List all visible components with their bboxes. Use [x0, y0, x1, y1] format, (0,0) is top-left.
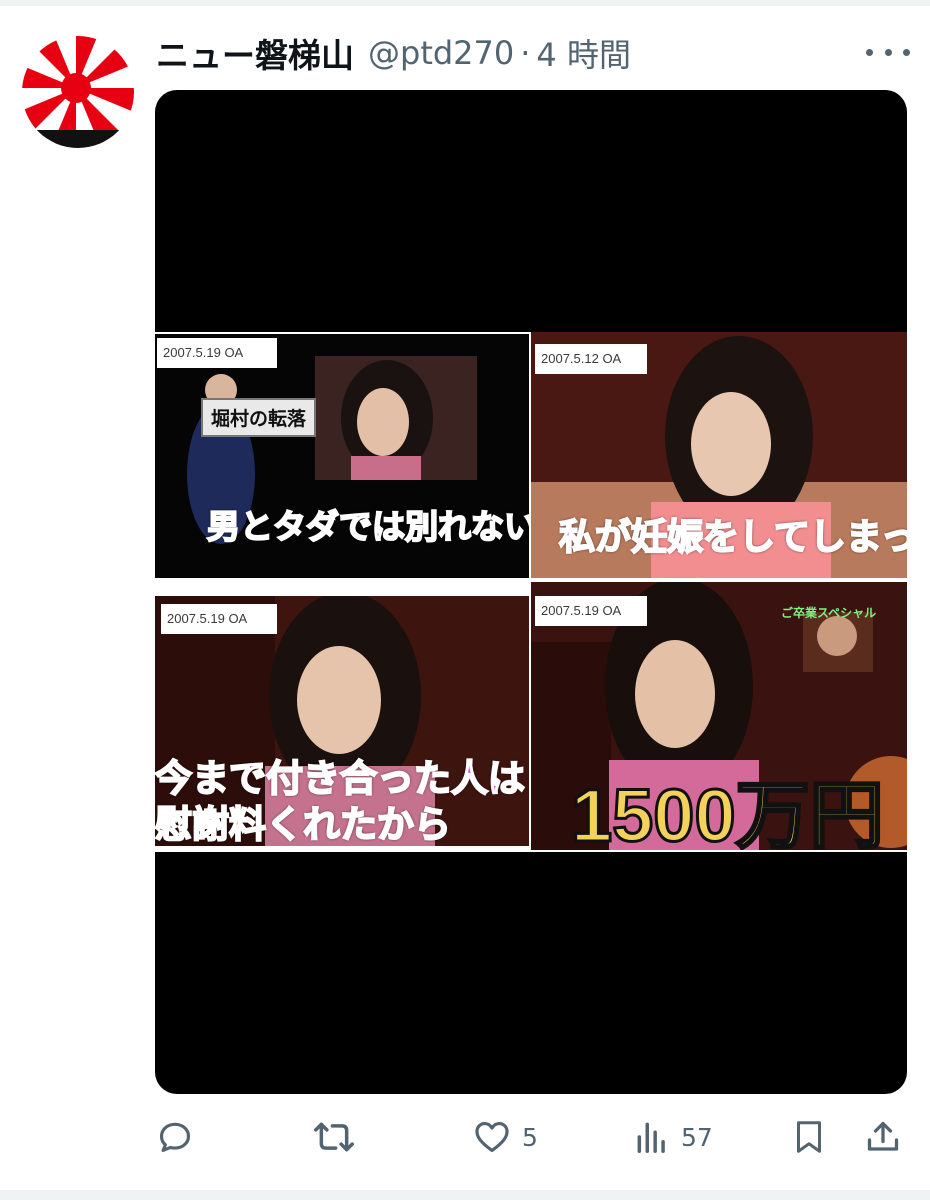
reply-icon: [159, 1122, 191, 1153]
like-button[interactable]: 5: [472, 1112, 538, 1162]
panel-4-special-label: ご卒業スペシャル: [781, 606, 877, 620]
image-collage: 2007.5.19 OA 堀村の転落 男とタダでは別れない 2007.5.12 …: [155, 332, 907, 852]
collage-panel-1: 2007.5.19 OA 堀村の転落 男とタダでは別れない: [155, 334, 529, 578]
retweet-icon: [314, 1122, 354, 1152]
bottom-divider: [0, 1190, 930, 1200]
retweet-button[interactable]: [313, 1112, 365, 1162]
user-handle[interactable]: @ptd270: [368, 34, 514, 72]
share-icon: [867, 1121, 899, 1151]
like-count: 5: [522, 1122, 538, 1152]
display-name[interactable]: ニュー磐梯山: [156, 29, 354, 77]
collage-panel-2: 2007.5.12 OA 私が妊娠をしてしまったと: [531, 332, 907, 578]
panel-4-date: 2007.5.19 OA: [535, 596, 647, 626]
tweet-media[interactable]: 2007.5.19 OA 堀村の転落 男とタダでは別れない 2007.5.12 …: [155, 90, 907, 1094]
views-count: 57: [681, 1122, 713, 1152]
rising-sun-flag-avatar: [22, 36, 134, 148]
reply-button[interactable]: [156, 1112, 204, 1162]
panel-1-caption: 男とタダでは別れない: [206, 506, 529, 547]
like-icon: [475, 1121, 509, 1153]
views-button[interactable]: 57: [633, 1112, 713, 1162]
more-icon[interactable]: [866, 40, 910, 64]
bookmark-icon: [797, 1121, 821, 1153]
panel-1-tag: 堀村の転落: [201, 398, 317, 437]
panel-2-date: 2007.5.12 OA: [535, 344, 647, 374]
panel-3-caption-line-2: 慰謝料くれたから: [155, 802, 452, 846]
tweet-header: ニュー磐梯山 @ptd270 · 4 時間: [156, 30, 631, 76]
collage-panel-4: 2007.5.19 OA ご卒業スペシャル 1500万円: [531, 582, 907, 850]
tweet-actions: 5 57: [0, 1112, 930, 1162]
collage-panel-3: 2007.5.19 OA 今まで付き合った人は 慰謝料くれたから: [155, 596, 529, 846]
avatar[interactable]: [22, 36, 134, 148]
bookmark-button[interactable]: [791, 1112, 827, 1162]
top-divider: [0, 0, 930, 6]
panel-1-date: 2007.5.19 OA: [157, 338, 277, 368]
panel-4-caption: 1500万円: [570, 773, 886, 851]
share-button[interactable]: [865, 1112, 901, 1162]
header-separator: ·: [520, 34, 531, 72]
panel-2-caption: 私が妊娠をしてしまったと: [558, 516, 907, 559]
panel-3-date: 2007.5.19 OA: [161, 604, 277, 634]
tweet-time[interactable]: 4 時間: [536, 30, 631, 76]
views-icon: [637, 1122, 665, 1153]
